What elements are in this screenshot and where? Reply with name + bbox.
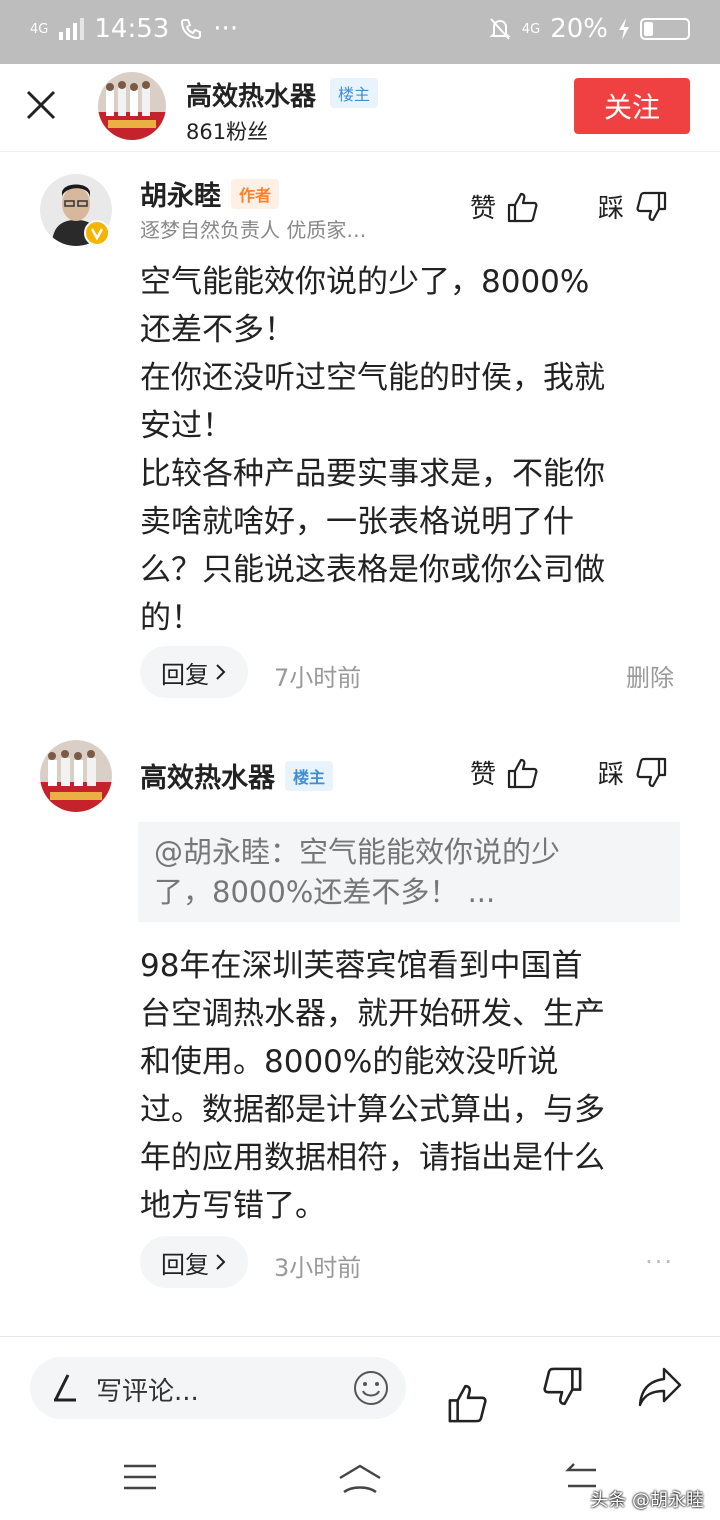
comment-line: 安过！ [140,408,233,444]
comment-line: 还差不多！ [140,312,295,348]
like-button[interactable]: 赞 [470,754,540,791]
reply-label: 回复 [161,660,209,689]
dislike-label: 踩 [598,760,625,790]
reply-label: 回复 [161,1250,209,1279]
system-nav-bar: 头条 @胡永睦 [0,1440,720,1520]
network-indicator-right: 4G [521,21,541,37]
comment-line: 台空调热水器，就开始研发、生产 [140,996,605,1032]
quoted-comment[interactable]: @胡永睦：空气能能效你说的少 了，8000%还差不多！ ... [138,822,680,922]
pen-icon [54,1374,76,1402]
comment-line: 年的应用数据相符，请指出是什么 [140,1140,605,1176]
status-bar: 4G 14:53 ··· 4G 20% [0,0,720,64]
comment-text: 98年在深圳芙蓉宾馆看到中国首 台空调热水器，就开始研发、生产 和使用。8000… [140,942,685,1230]
thumbs-up-icon [507,758,538,788]
comment-line: 过。数据都是计算公式算出，与多 [140,1092,605,1128]
reply-button[interactable]: 回复 [140,1236,248,1288]
comment-line: 么？只能说这表格是你或你公司做 [140,552,605,588]
dislike-button[interactable]: 踩 [598,754,668,791]
close-icon[interactable] [24,88,58,122]
battery-percent: 20% [550,14,608,44]
comment-line: 在你还没听过空气能的时侯，我就 [140,360,605,396]
comment-author-name[interactable]: 胡永睦 [140,174,221,213]
dislike-label: 踩 [598,194,625,224]
quote-line: 了，8000%还差不多！ ... [154,875,496,909]
emoji-icon[interactable] [352,1369,390,1407]
comment-time: 3小时前 [274,1254,362,1282]
battery-icon [640,18,690,40]
home-icon[interactable] [336,1462,384,1496]
follow-button[interactable]: 关注 [574,78,690,134]
thumbs-down-icon [636,191,667,221]
menu-icon[interactable] [122,1462,158,1492]
reply-button[interactable]: 回复 [140,646,248,698]
quote-line: @胡永睦：空气能能效你说的少 [154,835,561,869]
like-label: 赞 [470,194,497,224]
thumbs-up-icon [507,192,538,222]
comment-line: 和使用。8000%的能效没听说 [140,1044,559,1080]
network-indicator-left: 4G [30,21,49,37]
comment-item: 高效热水器 楼主 赞 踩 @胡永睦：空气能能效你说的少 了，8000%还差不多！… [0,720,720,1320]
comment-time: 7小时前 [274,664,362,692]
owner-badge: 楼主 [285,760,334,791]
comment-line: 卖啥就啥好，一张表格说明了什 [140,504,574,540]
post-header: 高效热水器 楼主 861粉丝 关注 [0,64,720,152]
verified-badge-icon [84,220,110,246]
delete-button[interactable]: 删除 [626,658,674,693]
charging-icon [619,18,629,40]
comment-input[interactable]: 写评论... [30,1357,406,1419]
avatar[interactable] [98,72,166,140]
comment-placeholder: 写评论... [96,1377,199,1407]
author-name[interactable]: 高效热水器 [186,76,316,113]
comment-line: 的！ [140,600,202,636]
like-label: 赞 [470,760,497,790]
chevron-right-icon [216,664,226,680]
like-button[interactable]: 赞 [470,188,540,225]
comment-line: 空气能能效你说的少了，8000% [140,264,590,300]
chevron-right-icon [216,1254,226,1270]
comment-bar: 写评论... [0,1336,720,1440]
comment-author-name[interactable]: 高效热水器 [140,756,275,795]
owner-badge: 楼主 [330,78,379,108]
phone-icon [181,19,202,40]
comment-item: 胡永睦 作者 逐梦自然负责人 优质家… 赞 踩 空气能能效你说的少了，8000%… [0,152,720,712]
comment-text: 空气能能效你说的少了，8000% 还差不多！ 在你还没听过空气能的时侯，我就 安… [140,258,685,642]
author-subtitle: 逐梦自然负责人 优质家… [140,218,367,242]
comment-author: 胡永睦 作者 [140,174,280,213]
dislike-button[interactable]: 踩 [598,188,668,225]
avatar[interactable] [40,740,112,812]
more-options-button[interactable]: ··· [645,1248,674,1276]
comment-line: 98年在深圳芙蓉宾馆看到中国首 [140,948,583,984]
comment-line: 地方写错了。 [140,1188,326,1224]
fans-count: 861粉丝 [186,120,269,144]
thumbs-up-icon[interactable] [446,1381,490,1425]
clock: 14:53 [94,14,170,44]
share-icon[interactable] [636,1365,684,1409]
watermark: 头条 @胡永睦 [590,1490,704,1511]
notification-off-icon [489,18,511,40]
signal-icon [59,18,85,40]
comment-author: 高效热水器 楼主 [140,756,334,795]
comment-line: 比较各种产品要实事求是，不能你 [140,456,605,492]
status-more: ··· [213,14,239,44]
thumbs-down-icon [636,757,667,787]
thumbs-down-icon[interactable] [540,1365,584,1409]
author-badge: 作者 [231,178,280,209]
